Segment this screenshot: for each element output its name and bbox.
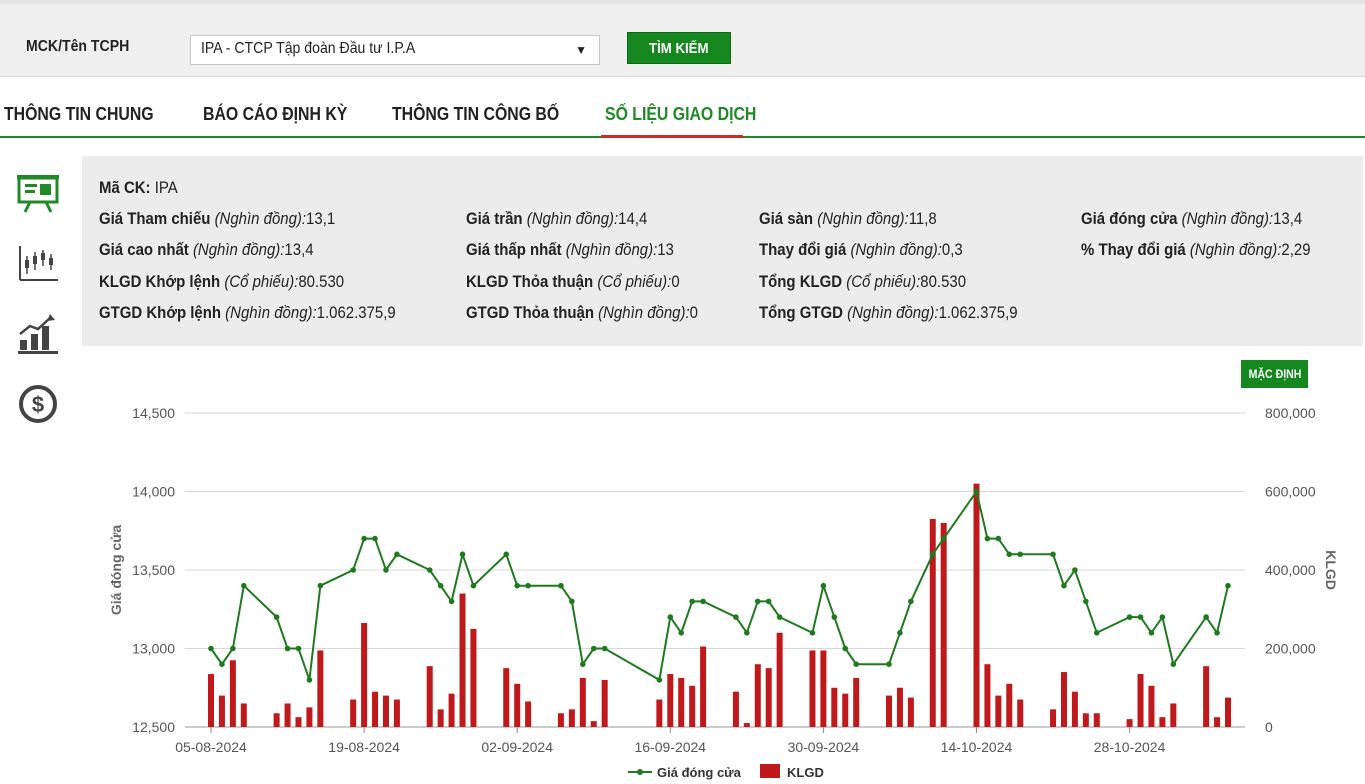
tab-bar: THÔNG TIN CHUNG BÁO CÁO ĐỊNH KỲ THÔNG TI… — [0, 96, 1365, 138]
info-item: Giá trần (Nghìn đồng):14,4 — [466, 209, 648, 228]
search-button[interactable]: TÌM KIẾM — [627, 32, 731, 64]
info-item: KLGD Thỏa thuận (Cổ phiếu):0 — [466, 272, 680, 291]
info-item: Tổng KLGD (Cổ phiếu):80.530 — [759, 272, 967, 291]
info-item: % Thay đổi giá (Nghìn đồng):2,29 — [1081, 240, 1311, 259]
company-select-value: IPA - CTCP Tập đoàn Đầu tư I.P.A — [201, 40, 416, 57]
tab-trading-data[interactable]: SỐ LIỆU GIAO DỊCH — [605, 104, 756, 135]
company-select[interactable]: IPA - CTCP Tập đoàn Đầu tư I.P.A ▼ — [190, 35, 600, 65]
presentation-board-icon[interactable] — [16, 172, 60, 216]
info-item: GTGD Khớp lệnh (Nghìn đồng):1.062.375,9 — [99, 303, 396, 322]
ticker-search-label: MCK/Tên TCPH — [26, 38, 130, 55]
ticker-value: IPA — [154, 178, 178, 197]
candlestick-chart-icon[interactable] — [16, 242, 60, 286]
search-bar: MCK/Tên TCPH IPA - CTCP Tập đoàn Đầu tư … — [0, 0, 1365, 77]
bar-growth-chart-icon[interactable] — [16, 312, 60, 356]
info-item: Giá Tham chiếu (Nghìn đồng):13,1 — [99, 209, 336, 228]
tab-disclosures[interactable]: THÔNG TIN CÔNG BỐ — [392, 104, 559, 135]
tab-general-info[interactable]: THÔNG TIN CHUNG — [4, 104, 154, 135]
info-item: Giá thấp nhất (Nghìn đồng):13 — [466, 240, 674, 259]
trading-summary-panel: Mã CK: IPA Giá Tham chiếu (Nghìn đồng):1… — [82, 156, 1363, 346]
info-item: Giá sàn (Nghìn đồng):11,8 — [759, 209, 937, 228]
info-item: KLGD Khớp lệnh (Cổ phiếu):80.530 — [99, 272, 345, 291]
info-item: Giá cao nhất (Nghìn đồng):13,4 — [99, 240, 314, 259]
ticker-row: Mã CK: IPA — [99, 178, 178, 197]
reset-default-button[interactable]: MẶC ĐỊNH — [1241, 360, 1308, 388]
info-item: Giá đóng cửa (Nghìn đồng):13,4 — [1081, 209, 1303, 228]
info-item: Tổng GTGD (Nghìn đồng):1.062.375,9 — [759, 303, 1018, 322]
price-volume-chart — [82, 346, 1363, 784]
chevron-down-icon[interactable]: ▼ — [575, 43, 587, 57]
dollar-coin-icon[interactable]: $ — [16, 382, 60, 426]
svg-text:$: $ — [32, 392, 44, 417]
active-tab-indicator — [601, 135, 743, 138]
info-item: GTGD Thỏa thuận (Nghìn đồng):0 — [466, 303, 698, 322]
info-item: Thay đổi giá (Nghìn đồng):0,3 — [759, 240, 963, 259]
tab-periodic-reports[interactable]: BÁO CÁO ĐỊNH KỲ — [203, 104, 347, 135]
